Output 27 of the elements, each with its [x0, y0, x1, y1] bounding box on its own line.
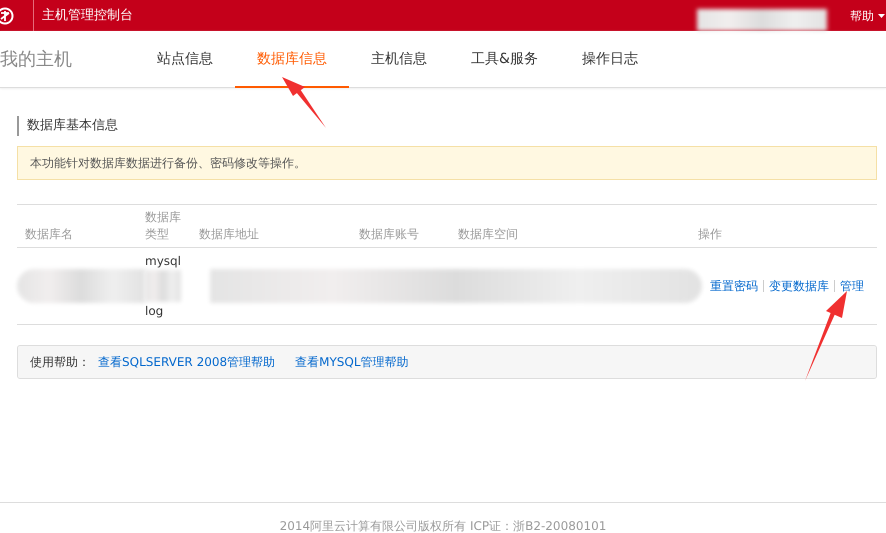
footer-text: 2014阿里云计算有限公司版权所有 ICP证：浙B2-20080101	[0, 502, 886, 533]
column-header: 操作	[698, 226, 722, 242]
nav-tab[interactable]: 站点信息	[135, 30, 235, 88]
help-link[interactable]: 查看MYSQL管理帮助	[295, 352, 409, 370]
column-header: 数据库类型	[145, 208, 182, 242]
page-title: 我的主机	[0, 48, 73, 72]
nav-tab[interactable]: 操作日志	[560, 30, 660, 88]
help-menu[interactable]: 帮助	[849, 6, 886, 26]
action-link[interactable]: 重置密码	[710, 276, 758, 294]
redacted-cell	[145, 270, 181, 302]
help-label: 使用帮助：	[30, 354, 90, 370]
caret-icon	[878, 14, 885, 18]
nav-tab[interactable]: 工具&服务	[449, 30, 560, 88]
column-header: 数据库空间	[458, 226, 519, 242]
table-cell-text: mysql	[145, 252, 182, 270]
action-link[interactable]: 变更数据库	[769, 276, 829, 294]
action-link[interactable]: 管理	[840, 276, 864, 294]
column-header: 数据库账号	[359, 226, 420, 242]
logo-icon	[0, 6, 14, 24]
nav-tab[interactable]: 主机信息	[349, 30, 449, 88]
annotation-arrow	[282, 77, 326, 128]
help-link[interactable]: 查看SQLSERVER 2008管理帮助	[98, 352, 276, 370]
column-header: 数据库地址	[199, 226, 260, 242]
table-cell-text: log	[145, 302, 164, 320]
notice-banner: 本功能针对数据库数据进行备份、密码修改等操作。	[17, 146, 877, 180]
column-header: 数据库名	[25, 226, 74, 242]
console-title: 主机管理控制台	[41, 6, 133, 25]
